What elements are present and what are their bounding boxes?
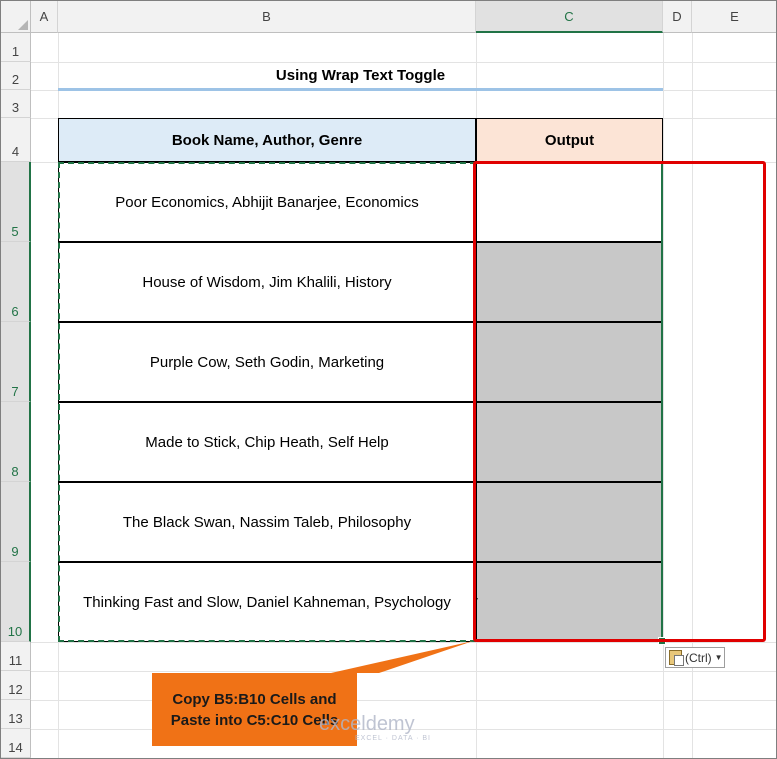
callout-pointer bbox=[331, 641, 473, 673]
watermark-name: exceldemy bbox=[319, 713, 415, 735]
callout-line-2: Paste into C5:C10 Cells bbox=[170, 711, 339, 729]
spreadsheet-frame: A B C D E 1 2 3 4 5 6 7 8 9 10 11 12 13 … bbox=[0, 0, 777, 759]
watermark-logo: exceldemy EXCEL · DATA · BI bbox=[319, 713, 430, 742]
watermark-tagline: EXCEL · DATA · BI bbox=[355, 735, 431, 742]
callout-line-1: Copy B5:B10 Cells and bbox=[172, 690, 337, 708]
